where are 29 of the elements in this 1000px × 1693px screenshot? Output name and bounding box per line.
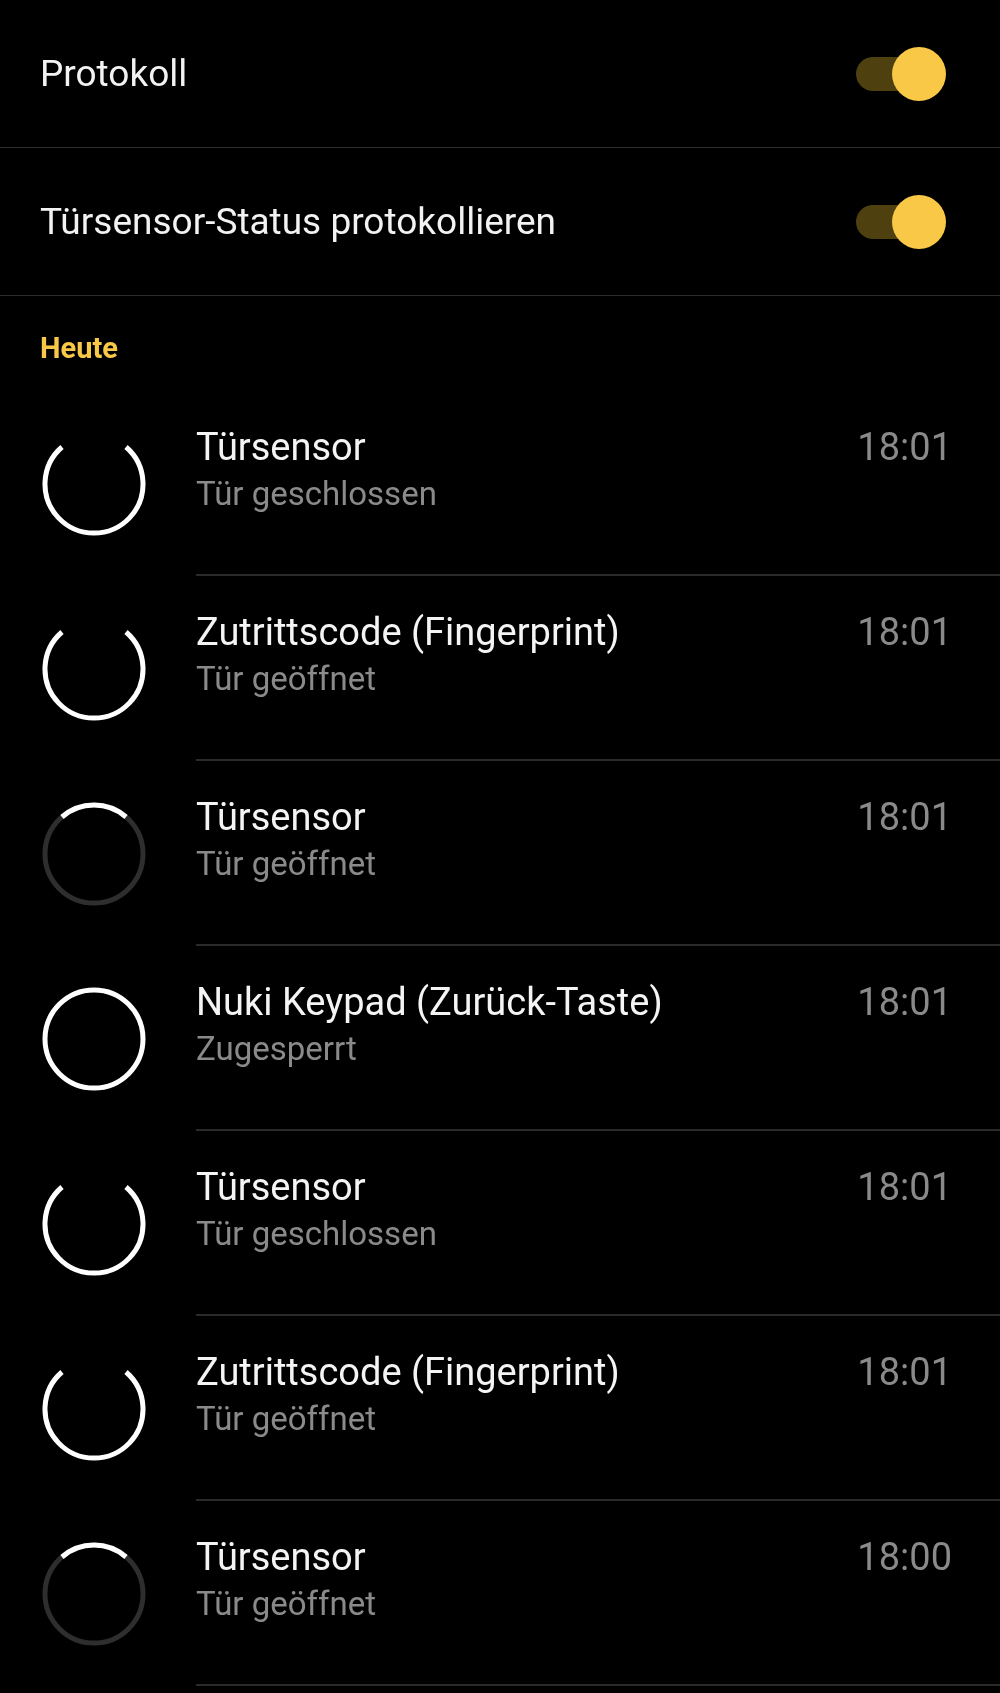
entry-time: 18:01: [857, 1164, 952, 1211]
entry-title: Zutrittscode (Fingerprint): [196, 1349, 620, 1396]
entry-status: Tür geschlossen: [196, 473, 437, 515]
entry-title: Türsensor: [196, 424, 367, 471]
entry-status: Tür geöffnet: [196, 1398, 378, 1440]
entry-title: Nuki Keypad (Zurück-Taste): [196, 979, 663, 1026]
entry-time: 18:01: [857, 979, 952, 1026]
entry-status: Tür geöffnet: [196, 1583, 377, 1625]
entry-title: Türsensor: [196, 794, 367, 841]
entry-time: 18:00: [857, 1534, 952, 1581]
progress-ring-icon: [42, 801, 146, 906]
entry-status: Tür geöffnet: [196, 658, 378, 700]
ring-icon: [42, 986, 146, 1091]
setting-label: Türsensor-Status protokollieren: [40, 200, 556, 243]
toggle-switch[interactable]: [856, 193, 946, 250]
entry-time: 18:01: [857, 609, 952, 656]
entry-time: 18:01: [857, 424, 952, 471]
entry-title: Türsensor: [196, 1534, 367, 1581]
toggle-switch[interactable]: [856, 45, 946, 102]
entry-title: Zutrittscode (Fingerprint): [196, 609, 620, 656]
setting-label: Protokoll: [40, 52, 188, 95]
entry-time: 18:01: [857, 1349, 952, 1396]
entry-status: Tür geschlossen: [196, 1213, 437, 1255]
entry-time: 18:01: [857, 794, 952, 841]
entry-status: Zugesperrt: [196, 1028, 358, 1070]
entry-status: Tür geöffnet: [196, 843, 377, 885]
progress-ring-icon: [42, 1541, 146, 1646]
entry-title: Türsensor: [196, 1164, 367, 1211]
section-header: Heute: [39, 329, 119, 367]
